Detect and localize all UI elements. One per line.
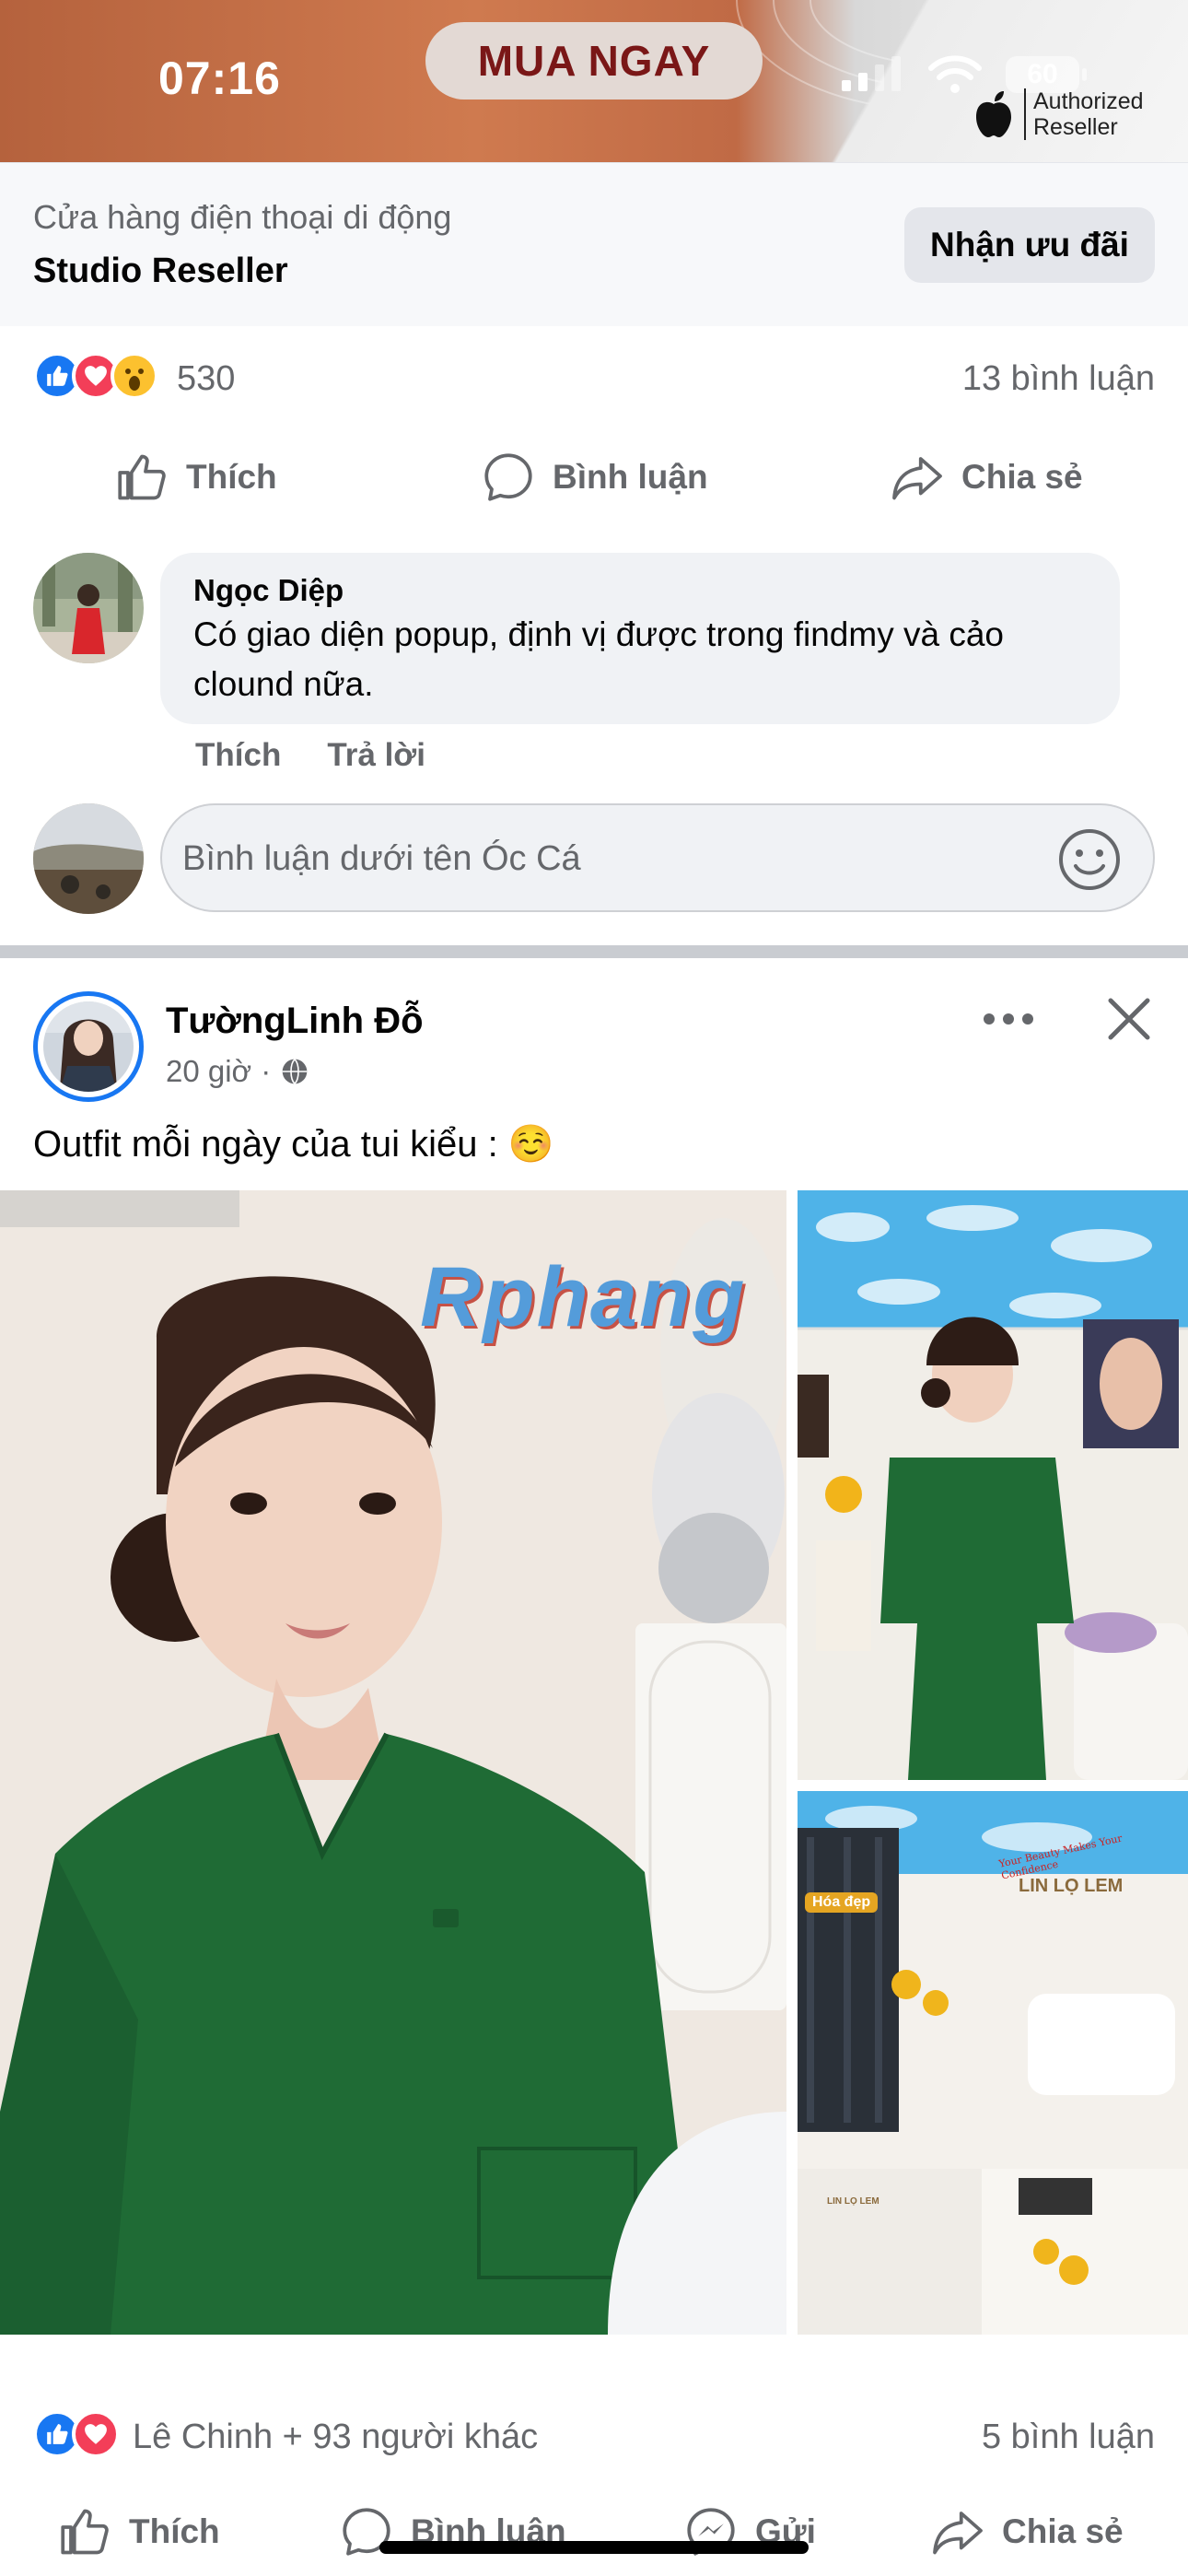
share-label: Chia sẻ bbox=[961, 458, 1083, 496]
cellular-signal-icon bbox=[842, 56, 901, 91]
comment-input-box[interactable] bbox=[160, 803, 1155, 912]
post-author-avatar[interactable] bbox=[33, 991, 144, 1102]
comment-count[interactable]: 13 bình luận bbox=[962, 359, 1155, 399]
post2-reaction-summary[interactable]: Lê Chinh + 93 người khác 5 bình luận bbox=[0, 2401, 1188, 2475]
current-user-avatar[interactable] bbox=[33, 803, 144, 914]
post2-action-bar: Thích Bình luận Gửi Chia sẻ bbox=[0, 2488, 1188, 2576]
buy-now-button[interactable]: MUA NGAY bbox=[425, 22, 763, 100]
sponsor-strip: Cửa hàng điện thoại di động Studio Resel… bbox=[0, 162, 1188, 326]
watermark: Rphang bbox=[420, 1250, 747, 1344]
close-icon[interactable] bbox=[1101, 991, 1157, 1047]
reaction-icons bbox=[33, 2410, 120, 2458]
share-arrow-icon bbox=[892, 457, 942, 500]
comment-button[interactable]: Bình luận bbox=[339, 2488, 566, 2576]
post-photo-main[interactable] bbox=[0, 1190, 786, 2335]
like-button[interactable]: Thích bbox=[57, 2488, 220, 2576]
send-button[interactable]: Gửi bbox=[683, 2488, 816, 2576]
sponsor-category: Cửa hàng điện thoại di động bbox=[33, 198, 452, 236]
sponsor-name[interactable]: Studio Reseller bbox=[33, 252, 288, 291]
comment-count[interactable]: 5 bình luận bbox=[982, 2418, 1155, 2457]
reaction-count: 530 bbox=[177, 359, 236, 398]
reaction-icons bbox=[33, 352, 158, 400]
thumbs-up-icon bbox=[61, 2509, 109, 2555]
emoji-icon[interactable] bbox=[1057, 827, 1122, 892]
photo-sign-badge: Hóa đẹp bbox=[805, 1892, 879, 1913]
reaction-summary-text: Lê Chinh + 93 người khác bbox=[133, 2418, 539, 2456]
more-options-icon[interactable] bbox=[976, 1001, 1041, 1037]
reseller-line-2: Reseller bbox=[1033, 114, 1118, 140]
post-caption: Outfit mỗi ngày của tui kiểu : ☺️ bbox=[33, 1124, 554, 1165]
battery-indicator: 60 bbox=[1006, 56, 1087, 93]
photo-sign-shop: LIN LỌ LEM bbox=[1019, 1876, 1124, 1896]
ad-banner[interactable]: 07:16 MUA NGAY 60 Authorized Reseller bbox=[0, 0, 1188, 162]
apple-logo-icon bbox=[976, 91, 1011, 137]
wow-reaction-icon bbox=[111, 352, 158, 400]
thumbs-up-icon bbox=[118, 454, 166, 500]
photo-sign-shop-small: LIN LỌ LEM bbox=[827, 2196, 879, 2207]
commenter-avatar[interactable] bbox=[33, 553, 144, 663]
comment-text: Có giao diện popup, định vị được trong f… bbox=[193, 615, 1004, 703]
like-button[interactable]: Thích bbox=[114, 433, 277, 521]
post-time[interactable]: 20 giờ bbox=[166, 1054, 251, 1089]
post-photo-top-right[interactable] bbox=[798, 1190, 1188, 1780]
share-button[interactable]: Chia sẻ bbox=[930, 2488, 1124, 2576]
globe-icon bbox=[282, 1059, 308, 1084]
comment-bubble-icon bbox=[484, 453, 532, 501]
post-photo-bottom-right[interactable]: Your Beauty Makes Your Confidence LIN LỌ… bbox=[798, 1791, 1188, 2335]
comment-actions: Thích Trả lời bbox=[195, 737, 425, 774]
status-time: 07:16 bbox=[158, 53, 281, 104]
comment-button[interactable]: Bình luận bbox=[481, 433, 708, 521]
like-label: Thích bbox=[129, 2512, 220, 2550]
comment-author[interactable]: Ngọc Diệp bbox=[193, 573, 344, 608]
authorized-reseller-badge: Authorized Reseller bbox=[973, 88, 1144, 140]
share-button[interactable]: Chia sẻ bbox=[890, 433, 1083, 521]
comment-like-link[interactable]: Thích bbox=[195, 737, 281, 774]
reseller-line-1: Authorized bbox=[1033, 88, 1144, 114]
post-author-name[interactable]: TườngLinh Đỗ bbox=[166, 1001, 424, 1042]
post-meta: 20 giờ · bbox=[166, 1054, 309, 1089]
post1-reaction-summary[interactable]: 530 13 bình luận bbox=[0, 343, 1188, 416]
post1-action-bar: Thích Bình luận Chia sẻ bbox=[0, 433, 1188, 521]
home-indicator[interactable] bbox=[379, 2541, 809, 2554]
love-reaction-icon bbox=[72, 2410, 120, 2458]
get-offer-button[interactable]: Nhận ưu đãi bbox=[904, 207, 1155, 283]
like-label: Thích bbox=[186, 458, 277, 496]
post-divider bbox=[0, 945, 1188, 958]
share-label: Chia sẻ bbox=[1002, 2512, 1124, 2550]
share-arrow-icon bbox=[933, 2512, 983, 2555]
comment-reply-link[interactable]: Trả lời bbox=[327, 737, 425, 774]
comment-label: Bình luận bbox=[553, 458, 708, 496]
comment-input[interactable] bbox=[182, 824, 1011, 894]
comment-bubble[interactable]: Ngọc Diệp Có giao diện popup, định vị đư… bbox=[160, 553, 1120, 724]
